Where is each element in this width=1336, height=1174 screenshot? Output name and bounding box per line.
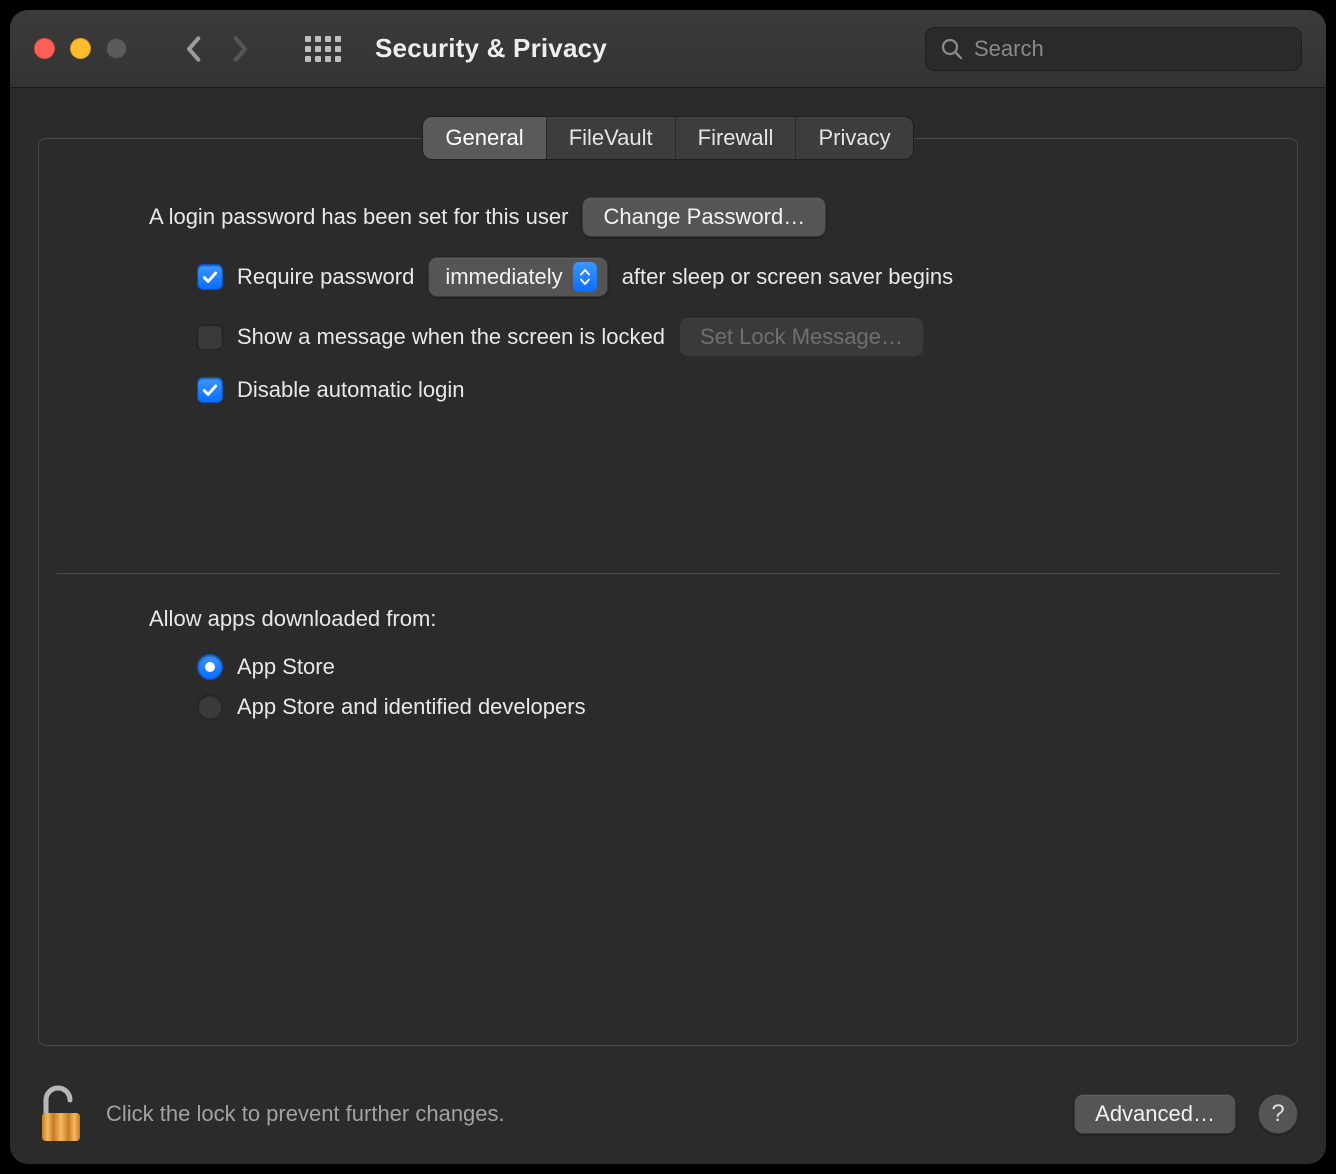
allow-apps-title: Allow apps downloaded from: — [149, 606, 1187, 632]
require-password-prefix: Require password — [237, 264, 414, 290]
tab-general[interactable]: General — [423, 117, 546, 159]
tab-firewall[interactable]: Firewall — [676, 117, 797, 159]
lock-button[interactable] — [38, 1085, 84, 1143]
check-icon — [201, 381, 219, 399]
advanced-button[interactable]: Advanced… — [1074, 1094, 1236, 1134]
show-lock-message-row: Show a message when the screen is locked… — [149, 317, 1187, 357]
footer: Click the lock to prevent further change… — [10, 1064, 1326, 1164]
traffic-lights — [34, 38, 127, 59]
show-lock-message-label: Show a message when the screen is locked — [237, 324, 665, 350]
allow-apps-label-identified: App Store and identified developers — [237, 694, 586, 720]
allow-apps-option-identified: App Store and identified developers — [197, 694, 1187, 720]
set-lock-message-button: Set Lock Message… — [679, 317, 924, 357]
nav-buttons — [179, 31, 255, 67]
check-icon — [201, 268, 219, 286]
show-all-button[interactable] — [305, 36, 341, 62]
require-password-checkbox[interactable] — [197, 264, 223, 290]
content-area: General FileVault Firewall Privacy A log… — [10, 88, 1326, 1064]
popup-stepper-icon — [573, 262, 597, 292]
allow-apps-option-appstore: App Store — [197, 654, 1187, 680]
require-password-row: Require password immediately after sleep… — [149, 257, 1187, 297]
close-button[interactable] — [34, 38, 55, 59]
zoom-button[interactable] — [106, 38, 127, 59]
settings-panel: A login password has been set for this u… — [38, 138, 1298, 1046]
search-input[interactable] — [974, 36, 1287, 62]
search-icon — [940, 37, 964, 61]
lock-text: Click the lock to prevent further change… — [106, 1101, 505, 1127]
search-field[interactable] — [925, 27, 1302, 71]
login-section: A login password has been set for this u… — [39, 197, 1297, 423]
tab-bar: General FileVault Firewall Privacy — [422, 116, 913, 160]
require-password-delay-value: immediately — [445, 264, 562, 290]
minimize-button[interactable] — [70, 38, 91, 59]
tabs-container: General FileVault Firewall Privacy — [38, 116, 1298, 160]
window-title: Security & Privacy — [375, 33, 607, 64]
change-password-button[interactable]: Change Password… — [582, 197, 826, 237]
chevron-right-icon — [233, 35, 249, 63]
show-lock-message-checkbox[interactable] — [197, 324, 223, 350]
disable-auto-login-checkbox[interactable] — [197, 377, 223, 403]
allow-apps-section: Allow apps downloaded from: App Store Ap… — [39, 606, 1297, 734]
forward-button[interactable] — [227, 31, 255, 67]
allow-apps-radio-identified[interactable] — [197, 694, 223, 720]
allow-apps-label-appstore: App Store — [237, 654, 335, 680]
tab-filevault[interactable]: FileVault — [547, 117, 676, 159]
lock-open-icon — [38, 1085, 84, 1143]
login-password-text: A login password has been set for this u… — [149, 204, 568, 230]
chevron-left-icon — [185, 35, 201, 63]
back-button[interactable] — [179, 31, 207, 67]
preferences-window: Security & Privacy General FileVault Fir… — [10, 10, 1326, 1164]
tab-privacy[interactable]: Privacy — [796, 117, 912, 159]
titlebar: Security & Privacy — [10, 10, 1326, 88]
help-button[interactable]: ? — [1258, 1094, 1298, 1134]
login-password-row: A login password has been set for this u… — [149, 197, 1187, 237]
require-password-delay-popup[interactable]: immediately — [428, 257, 607, 297]
disable-auto-login-row: Disable automatic login — [149, 377, 1187, 403]
divider — [57, 573, 1279, 574]
require-password-suffix: after sleep or screen saver begins — [622, 264, 953, 290]
allow-apps-radio-appstore[interactable] — [197, 654, 223, 680]
disable-auto-login-label: Disable automatic login — [237, 377, 464, 403]
